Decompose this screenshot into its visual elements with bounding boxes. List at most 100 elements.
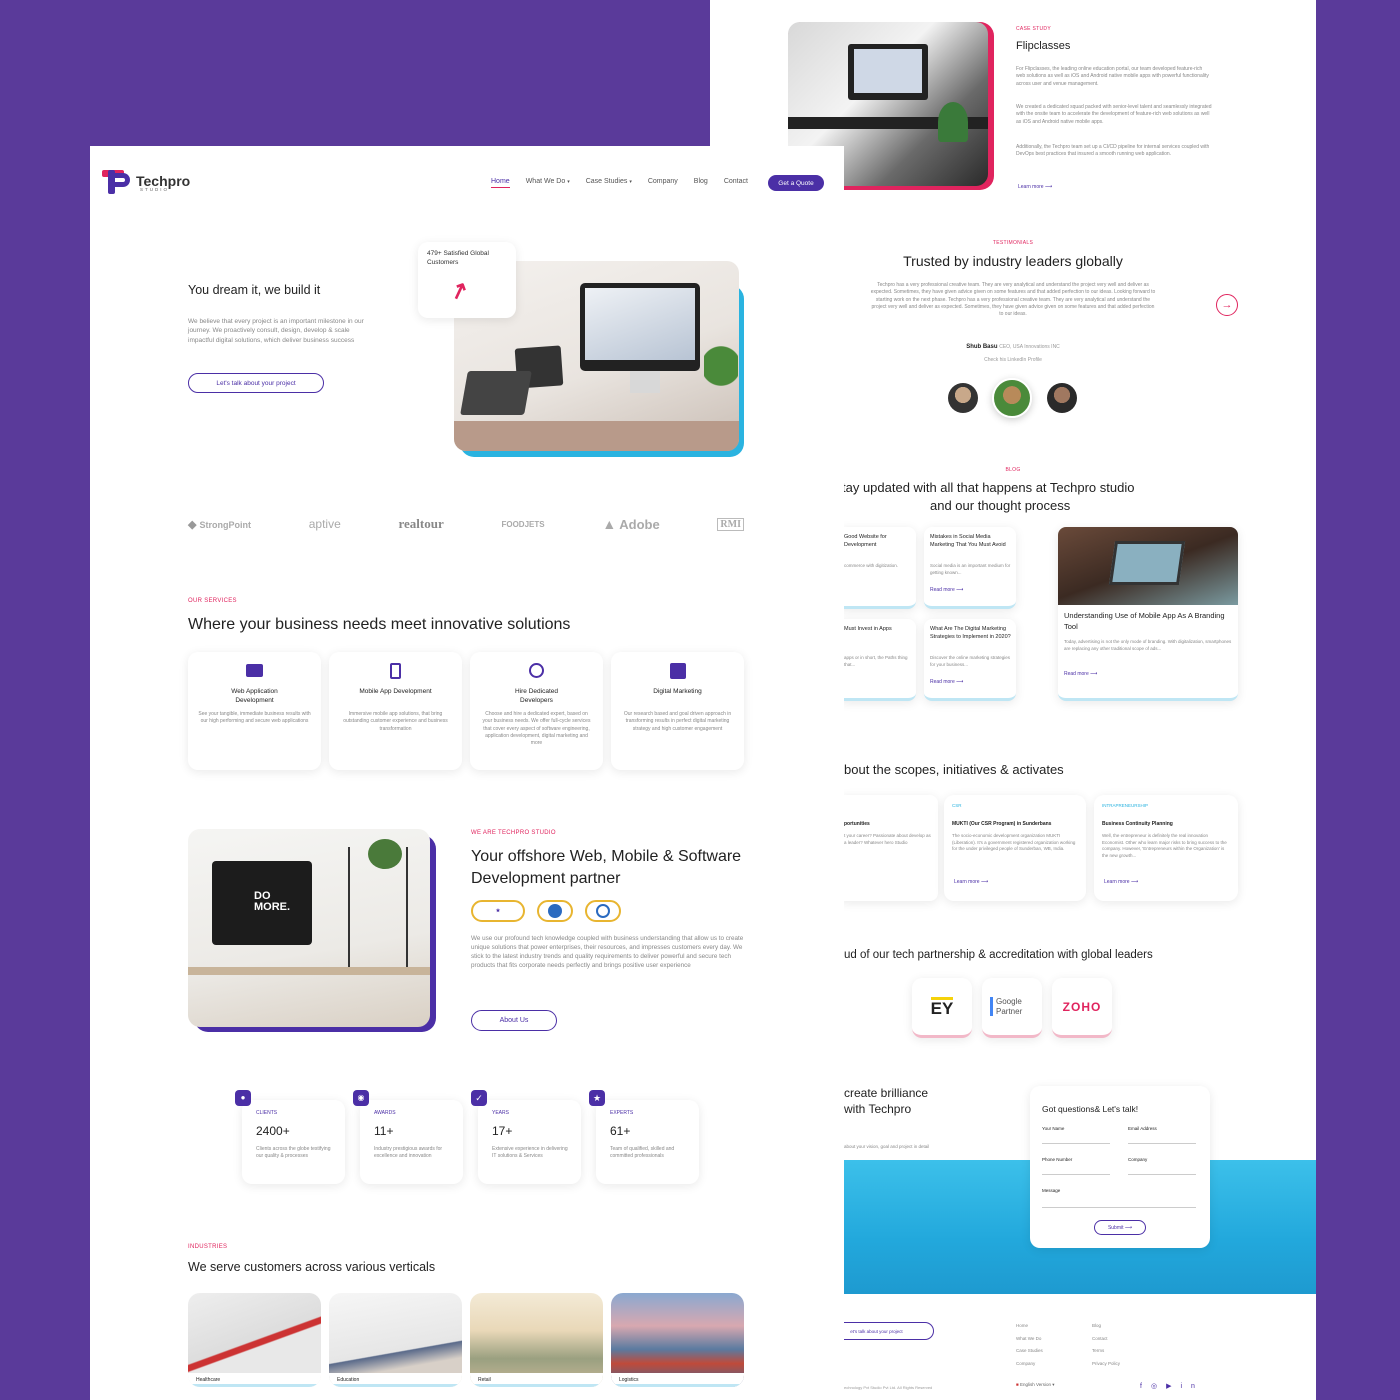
read-more-label: Read more bbox=[930, 679, 955, 685]
facebook-icon[interactable]: f bbox=[1140, 1383, 1151, 1390]
get-quote-button[interactable]: Get a Quote bbox=[768, 175, 824, 191]
case-study-title: Flipclasses bbox=[1016, 40, 1071, 52]
blog-card-title: Good Website for Development bbox=[844, 534, 887, 549]
footer-link[interactable]: Case Studies bbox=[1016, 1345, 1043, 1358]
stat-text: Industry prestigious awards for excellen… bbox=[374, 1146, 443, 1160]
scope-card-text: t your career? Passionate about develop … bbox=[844, 833, 931, 845]
service-title: Digital Marketing bbox=[653, 688, 702, 695]
hero-cta-button[interactable]: Let's talk about your project bbox=[188, 373, 324, 393]
award-badges: ★ bbox=[471, 900, 621, 922]
client-logo: ▲ Adobe bbox=[602, 516, 659, 532]
email-field[interactable]: Email Address bbox=[1128, 1126, 1196, 1144]
testimonial-next-button[interactable]: → bbox=[1216, 294, 1238, 316]
industry-card[interactable]: Education bbox=[329, 1293, 462, 1387]
service-text: Choose and hire a dedicated expert, base… bbox=[482, 711, 591, 746]
scope-card[interactable]: CSR MUKTI (Our CSR Program) in Sunderban… bbox=[944, 795, 1086, 901]
scope-learn-more-link[interactable]: Learn more ⟶ bbox=[954, 879, 988, 885]
phone-field[interactable]: Phone Number bbox=[1042, 1157, 1110, 1175]
blog-card[interactable]: What Are The Digital Marketing Strategie… bbox=[924, 619, 1016, 701]
submit-button[interactable]: Submit ⟶ bbox=[1094, 1220, 1146, 1235]
service-text: Immersive mobile app solutions, that bri… bbox=[343, 711, 448, 732]
blog-card-text: commerce with digitization. bbox=[844, 563, 899, 568]
arrow-right-icon: ⟶ bbox=[956, 587, 964, 593]
scope-card[interactable]: portunities t your career? Passionate ab… bbox=[840, 795, 938, 901]
stat-value: 61+ bbox=[610, 1124, 631, 1138]
scope-card-title: MUKTI (Our CSR Program) in Sunderbans bbox=[952, 821, 1052, 827]
your-name-field[interactable]: Your Name bbox=[1042, 1126, 1110, 1144]
industry-card[interactable]: Logistics bbox=[611, 1293, 744, 1387]
arrow-right-icon: ⟶ bbox=[1090, 671, 1098, 677]
industry-card[interactable]: Retail bbox=[470, 1293, 603, 1387]
chevron-down-icon: ▾ bbox=[1052, 1382, 1055, 1387]
stat-card: ★ EXPERTS 61+ Team of qualified, skilled… bbox=[589, 1090, 699, 1184]
blog-read-more-link[interactable]: Read more ⟶ bbox=[1064, 671, 1097, 677]
experts-star-icon: ★ bbox=[589, 1090, 605, 1106]
contact-form-title: Got questions& Let's talk! bbox=[1042, 1104, 1139, 1114]
service-card[interactable]: Web Application Development See your tan… bbox=[188, 652, 321, 770]
scope-learn-more-link[interactable]: Learn more ⟶ bbox=[1104, 879, 1138, 885]
partner-logo-zoho: ZOHO bbox=[1052, 978, 1112, 1038]
blog-card-title: What Are The Digital Marketing Strategie… bbox=[930, 626, 1011, 641]
scope-card-tag: CSR bbox=[952, 803, 962, 808]
footer-link[interactable]: Home bbox=[1016, 1320, 1043, 1333]
stat-label: YEARS bbox=[492, 1110, 509, 1116]
service-card[interactable]: Hire Dedicated Developers Choose and hir… bbox=[470, 652, 603, 770]
stat-label: AWARDS bbox=[374, 1110, 396, 1116]
nav-label: Case Studies bbox=[585, 178, 628, 185]
instagram-icon[interactable]: ◎ bbox=[1151, 1383, 1166, 1390]
front-page: Techpro STUDIO Home What We Do ▾ Case St… bbox=[90, 146, 844, 1400]
services-eyebrow: OUR SERVICES bbox=[188, 598, 237, 604]
message-field[interactable]: Message bbox=[1042, 1188, 1196, 1208]
partner-name: EY bbox=[930, 996, 954, 1018]
footer-link[interactable]: What We Do bbox=[1016, 1333, 1043, 1346]
nav-case-studies[interactable]: Case Studies ▾ bbox=[586, 178, 632, 188]
certification-award-icon bbox=[585, 900, 621, 922]
partner-logo-google: Google Partner bbox=[982, 978, 1042, 1038]
strongpoint-icon: ◆ bbox=[188, 518, 197, 531]
read-more-label: Read more bbox=[930, 587, 955, 593]
contact-title-line-2: with Techpro bbox=[844, 1102, 912, 1116]
footer-link[interactable]: Privacy Policy bbox=[1092, 1358, 1120, 1371]
logo-name: Techpro bbox=[136, 172, 191, 189]
industry-label: Logistics bbox=[619, 1377, 639, 1383]
blog-read-more-link[interactable]: Read more ⟶ bbox=[930, 587, 963, 593]
blog-card-featured[interactable]: Understanding Use of Mobile App As A Bra… bbox=[1058, 527, 1238, 701]
footer-link[interactable]: Company bbox=[1016, 1358, 1043, 1371]
industry-card[interactable]: Healthcare bbox=[188, 1293, 321, 1387]
service-card[interactable]: Mobile App Development Immersive mobile … bbox=[329, 652, 462, 770]
footer-cta-label: et's talk about your project bbox=[850, 1328, 903, 1334]
footer-link[interactable]: Blog bbox=[1092, 1320, 1120, 1333]
blog-card[interactable]: Good Website for Development commerce wi… bbox=[840, 527, 916, 609]
blog-card[interactable]: Must Invest in Apps apps or in short, th… bbox=[840, 619, 916, 701]
avatar[interactable] bbox=[1047, 383, 1077, 413]
blog-read-more-link[interactable]: Read more ⟶ bbox=[930, 679, 963, 685]
stat-label: EXPERTS bbox=[610, 1110, 634, 1116]
nav-contact[interactable]: Contact bbox=[724, 178, 748, 188]
language-selector[interactable]: ■ English Version ▾ bbox=[1016, 1382, 1055, 1388]
testimonial-author: Shub Basu bbox=[966, 344, 998, 350]
avatar[interactable] bbox=[948, 383, 978, 413]
logo[interactable]: Techpro STUDIO bbox=[102, 170, 190, 196]
footer-link[interactable]: Contact bbox=[1092, 1333, 1120, 1346]
blog-card[interactable]: Mistakes in Social Media Marketing That … bbox=[924, 527, 1016, 609]
about-us-button[interactable]: About Us bbox=[471, 1010, 557, 1031]
nav-what-we-do[interactable]: What We Do ▾ bbox=[526, 178, 570, 188]
testimonial-quote: Techpro has a very professional creative… bbox=[870, 282, 1156, 317]
linkedin-icon[interactable]: in bbox=[1180, 1383, 1203, 1390]
blog-card-text: Social media is an important medium for … bbox=[930, 563, 1011, 575]
blog-card-title: Must Invest in Apps bbox=[844, 626, 892, 632]
case-study-eyebrow: CASE STUDY bbox=[1016, 26, 1051, 32]
nav-blog[interactable]: Blog bbox=[694, 178, 708, 188]
partners-title: ud of our tech partnership & accreditati… bbox=[844, 949, 1153, 961]
service-card[interactable]: Digital Marketing Our research based and… bbox=[611, 652, 744, 770]
footer-links-col-2: Blog Contact Terms Privacy Policy bbox=[1092, 1320, 1120, 1370]
avatar-active[interactable] bbox=[992, 378, 1032, 418]
nav-company[interactable]: Company bbox=[648, 178, 678, 188]
footer-link[interactable]: Terms bbox=[1092, 1345, 1120, 1358]
client-logo: aptive bbox=[308, 517, 341, 531]
company-field[interactable]: Company bbox=[1128, 1157, 1196, 1175]
nav-home[interactable]: Home bbox=[491, 178, 510, 188]
youtube-icon[interactable]: ▶ bbox=[1166, 1383, 1180, 1390]
case-study-learn-more-link[interactable]: Learn more ⟶ bbox=[1018, 184, 1052, 190]
scope-card[interactable]: INTRAPRENEURSHIP Business Continuity Pla… bbox=[1094, 795, 1238, 901]
